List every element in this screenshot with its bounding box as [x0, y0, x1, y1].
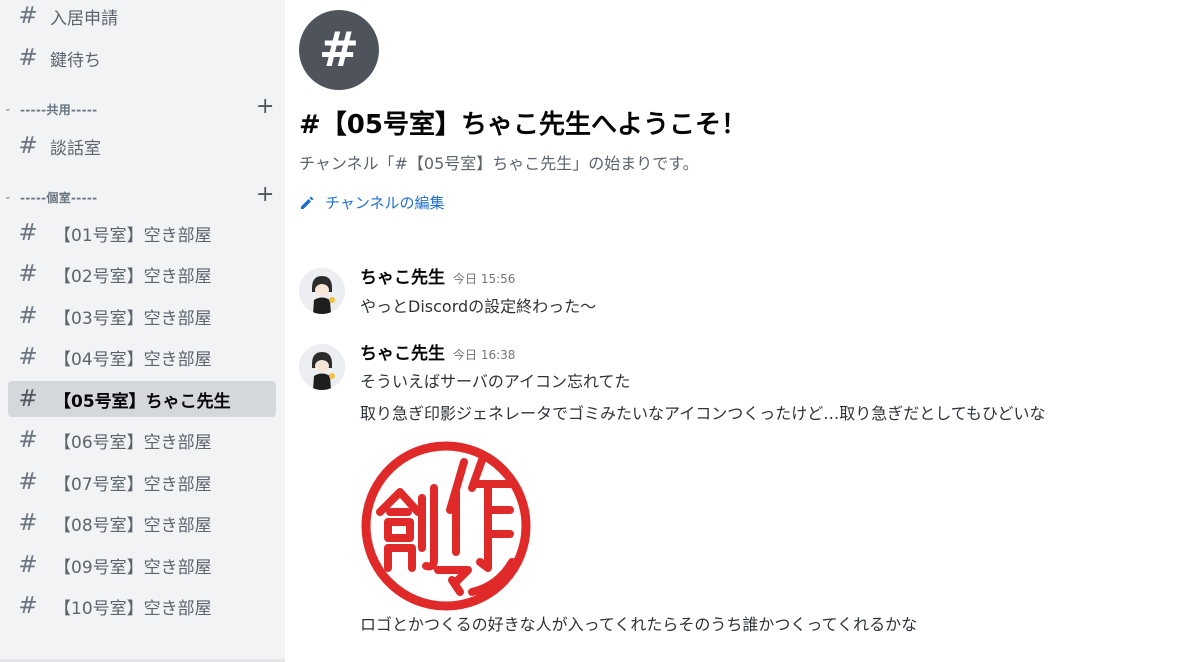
avatar[interactable] [299, 344, 345, 390]
channel-label: 【04号室】空き部屋 [54, 349, 212, 370]
channel-label: 【03号室】空き部屋 [54, 308, 212, 329]
channel-label: 【02号室】空き部屋 [54, 266, 212, 287]
chevron-down-icon: ⌄ [4, 192, 12, 202]
channel-label: 【07号室】空き部屋 [54, 474, 212, 495]
channel-item-room-09[interactable]: # 【09号室】空き部屋 [8, 547, 276, 583]
hanko-stamp-image[interactable] [360, 440, 532, 612]
hash-icon: # [18, 302, 38, 329]
channel-label: 【05号室】ちゃこ先生 [54, 391, 231, 412]
hash-icon: # [18, 426, 38, 453]
author-name[interactable]: ちゃこ先生 [360, 263, 445, 288]
channel-item-room-10[interactable]: # 【10号室】空き部屋 [8, 588, 276, 624]
edit-channel-link[interactable]: チャンネルの編集 [299, 192, 445, 213]
message-text: ロゴとかつくるの好きな人が入ってくれたらそのうち誰かつくってくれるかな [360, 615, 918, 634]
add-channel-icon[interactable]: + [256, 96, 274, 118]
channel-item-nyukyo[interactable]: # 入居申請 [8, 0, 276, 34]
category-shared[interactable]: ⌄ -----共用----- + [0, 96, 285, 120]
message-header: ちゃこ先生 今日 15:56 [360, 263, 515, 288]
channel-item-kagimachi[interactable]: # 鍵待ち [8, 40, 276, 76]
channel-item-room-06[interactable]: # 【06号室】空き部屋 [8, 422, 276, 458]
category-private[interactable]: ⌄ -----個室----- + [0, 184, 285, 208]
channel-hash-icon: # [299, 10, 379, 90]
hash-icon: # [18, 551, 38, 578]
channel-label: 【06号室】空き部屋 [54, 432, 212, 453]
welcome-title: #【05号室】ちゃこ先生へようこそ！ [299, 110, 747, 140]
hash-icon: # [18, 44, 38, 71]
hash-icon: # [18, 260, 38, 287]
channel-item-room-04[interactable]: # 【04号室】空き部屋 [8, 339, 276, 375]
hash-icon: # [18, 219, 38, 246]
channel-label: 入居申請 [50, 8, 118, 29]
hash-icon: # [18, 2, 38, 29]
edit-channel-label: チャンネルの編集 [325, 194, 445, 212]
category-name: -----個室----- [20, 190, 98, 205]
timestamp: 今日 16:38 [453, 348, 516, 362]
channel-label: 【01号室】空き部屋 [54, 225, 212, 246]
hash-icon: # [18, 509, 38, 536]
pencil-icon [301, 196, 314, 209]
avatar[interactable] [299, 268, 345, 314]
app-window: # 入居申請 # 鍵待ち ⌄ -----共用----- + # 談話室 ⌄ --… [0, 0, 1200, 662]
timestamp: 今日 15:56 [453, 272, 516, 286]
message-header: ちゃこ先生 今日 16:38 [360, 339, 515, 364]
channel-label: 【10号室】空き部屋 [54, 598, 212, 619]
message-text: 取り急ぎ印影ジェネレータでゴミみたいなアイコンつくったけど…取り急ぎだとしてもひ… [360, 404, 1046, 423]
hash-icon: # [18, 385, 38, 412]
category-name: -----共用----- [20, 102, 98, 117]
hash-icon: # [18, 343, 38, 370]
channel-label: 談話室 [50, 138, 101, 159]
hash-icon: # [18, 132, 38, 159]
channel-item-room-08[interactable]: # 【08号室】空き部屋 [8, 505, 276, 541]
add-channel-icon[interactable]: + [256, 184, 274, 206]
chevron-down-icon: ⌄ [4, 104, 12, 114]
author-name[interactable]: ちゃこ先生 [360, 339, 445, 364]
channel-item-room-05-selected[interactable]: # 【05号室】ちゃこ先生 [8, 381, 276, 417]
channel-label: 【09号室】空き部屋 [54, 557, 212, 578]
channel-item-room-02[interactable]: # 【02号室】空き部屋 [8, 256, 276, 292]
hash-icon: # [18, 468, 38, 495]
channel-item-room-07[interactable]: # 【07号室】空き部屋 [8, 464, 276, 500]
channel-start-subtitle: チャンネル「#【05号室】ちゃこ先生」の始まりです。 [299, 154, 699, 173]
hash-icon: # [18, 592, 38, 619]
message-text: やっとDiscordの設定終わった〜 [360, 297, 597, 316]
channel-item-room-03[interactable]: # 【03号室】空き部屋 [8, 298, 276, 334]
channel-label: 鍵待ち [50, 50, 101, 71]
channel-item-room-01[interactable]: # 【01号室】空き部屋 [8, 215, 276, 251]
channel-sidebar: # 入居申請 # 鍵待ち ⌄ -----共用----- + # 談話室 ⌄ --… [0, 0, 285, 662]
chat-main: # #【05号室】ちゃこ先生へようこそ！ チャンネル「#【05号室】ちゃこ先生」… [285, 0, 1200, 662]
message-text: そういえばサーバのアイコン忘れてた [360, 372, 631, 391]
channel-item-danwa[interactable]: # 談話室 [8, 128, 276, 164]
channel-label: 【08号室】空き部屋 [54, 515, 212, 536]
